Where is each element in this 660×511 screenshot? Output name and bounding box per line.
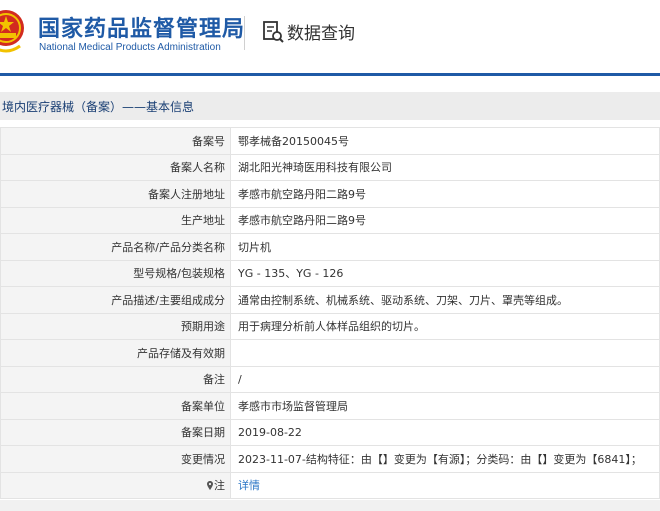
data-query-link[interactable]: 数据查询 — [262, 19, 355, 44]
note-label: 注 — [214, 479, 225, 493]
field-label: 备案单位 — [0, 392, 231, 420]
note-label-cell: 注 — [0, 471, 231, 499]
table-row: 备注 / — [0, 365, 660, 393]
table-row: 产品描述/主要组成成分 通常由控制系统、机械系统、驱动系统、刀架、刀片、罩壳等组成… — [0, 286, 660, 314]
field-value: 孝感市航空路丹阳二路9号 — [230, 206, 660, 234]
field-label: 生产地址 — [0, 206, 231, 234]
field-value: 切片机 — [230, 233, 660, 261]
table-row: 预期用途 用于病理分析前人体样品组织的切片。 — [0, 312, 660, 340]
table-row: 变更情况 2023-11-07-结构特征：由【】变更为【有源】；分类码：由【】变更… — [0, 445, 660, 473]
header-rule — [0, 73, 660, 76]
field-value: 孝感市市场监督管理局 — [230, 392, 660, 420]
table-row: 注 详情 — [0, 471, 660, 499]
data-query-label: 数据查询 — [287, 24, 355, 44]
field-value: 2023-11-07-结构特征：由【】变更为【有源】；分类码：由【】变更为【68… — [230, 445, 660, 473]
field-label: 产品描述/主要组成成分 — [0, 286, 231, 314]
breadcrumb: 境内医疗器械（备案）——基本信息 — [0, 92, 660, 120]
field-value: 用于病理分析前人体样品组织的切片。 — [230, 312, 660, 340]
page-footer-band — [0, 500, 660, 511]
breadcrumb-text: 境内医疗器械（备案）——基本信息 — [2, 100, 195, 114]
table-row: 备案日期 2019-08-22 — [0, 418, 660, 446]
note-value-cell: 详情 — [230, 471, 660, 499]
field-value: 湖北阳光神琦医用科技有限公司 — [230, 153, 660, 181]
table-row: 产品存储及有效期 — [0, 339, 660, 367]
field-value: 鄂孝械备20150045号 — [230, 127, 660, 155]
field-value: 孝感市航空路丹阳二路9号 — [230, 180, 660, 208]
field-value: / — [230, 365, 660, 393]
table-row: 产品名称/产品分类名称 切片机 — [0, 233, 660, 261]
site-header: 国家药品监督管理局 National Medical Products Admi… — [0, 0, 660, 73]
detail-table: 备案号 鄂孝械备20150045号 备案人名称 湖北阳光神琦医用科技有限公司 备案人… — [0, 127, 660, 499]
site-title: 国家药品监督管理局 — [38, 17, 246, 42]
field-value: 通常由控制系统、机械系统、驱动系统、刀架、刀片、罩壳等组成。 — [230, 286, 660, 314]
table-row: 生产地址 孝感市航空路丹阳二路9号 — [0, 206, 660, 234]
field-value — [230, 339, 660, 367]
national-emblem-icon — [0, 10, 24, 53]
header-divider — [244, 16, 245, 50]
field-label: 预期用途 — [0, 312, 231, 340]
table-row: 备案号 鄂孝械备20150045号 — [0, 127, 660, 155]
field-label: 备案日期 — [0, 418, 231, 446]
field-label: 产品名称/产品分类名称 — [0, 233, 231, 261]
site-subtitle: National Medical Products Administration — [39, 42, 221, 53]
table-row: 备案人注册地址 孝感市航空路丹阳二路9号 — [0, 180, 660, 208]
field-label: 变更情况 — [0, 445, 231, 473]
field-label: 备案号 — [0, 127, 231, 155]
table-row: 备案单位 孝感市市场监督管理局 — [0, 392, 660, 420]
field-label: 型号规格/包装规格 — [0, 259, 231, 287]
field-value: 2019-08-22 — [230, 418, 660, 446]
details-link[interactable]: 详情 — [238, 479, 260, 492]
map-pin-icon — [207, 481, 213, 491]
field-value: YG - 135、YG - 126 — [230, 259, 660, 287]
table-row: 备案人名称 湖北阳光神琦医用科技有限公司 — [0, 153, 660, 181]
document-search-icon — [263, 20, 284, 43]
field-label: 备注 — [0, 365, 231, 393]
field-label: 备案人名称 — [0, 153, 231, 181]
table-row: 型号规格/包装规格 YG - 135、YG - 126 — [0, 259, 660, 287]
field-label: 备案人注册地址 — [0, 180, 231, 208]
field-label: 产品存储及有效期 — [0, 339, 231, 367]
